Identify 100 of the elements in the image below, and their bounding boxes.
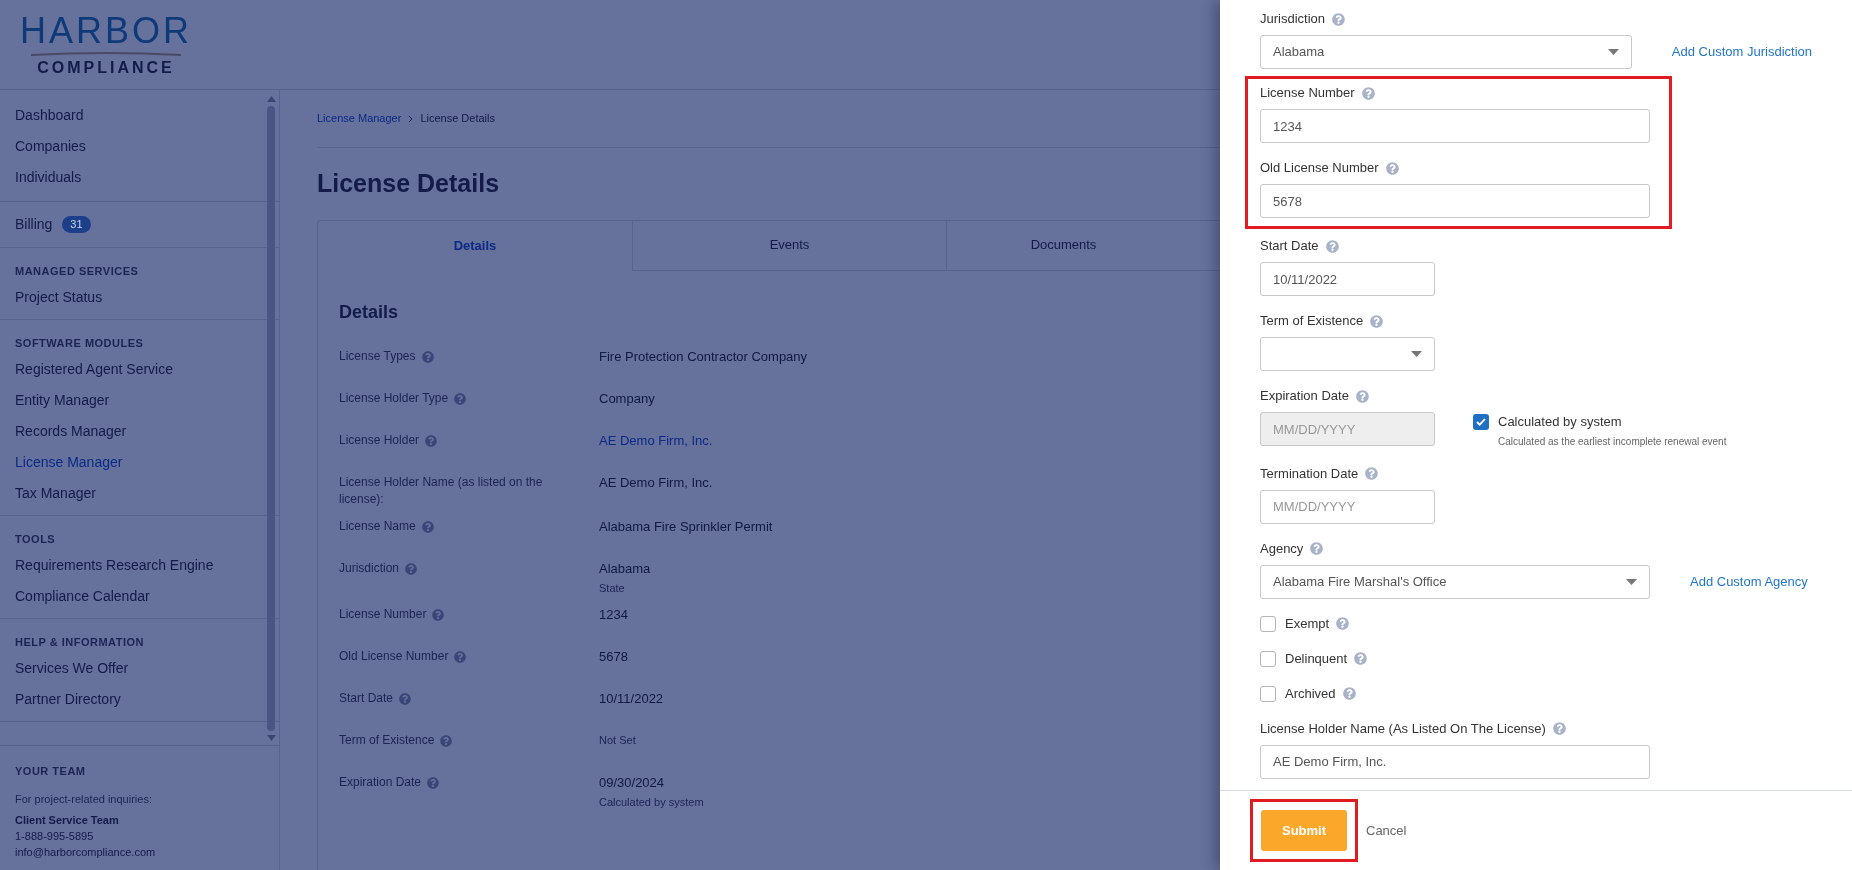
tab[interactable]: Events [632, 220, 946, 271]
sidebar-link[interactable]: License Manager [15, 452, 123, 473]
sidebar-link[interactable]: Entity Manager [15, 390, 110, 411]
sidebar-link[interactable]: Individuals [15, 167, 82, 188]
sidebar-link[interactable]: Services We Offer [15, 658, 129, 679]
detail-note: Calculated by system [599, 795, 704, 810]
scroll-down-icon[interactable] [266, 735, 276, 741]
tab[interactable]: Details [318, 220, 632, 271]
detail-label: License Name [339, 517, 416, 535]
detail-value-link[interactable]: AE Demo Firm, Inc. [599, 431, 713, 449]
help-icon[interactable] [454, 651, 467, 663]
submit-button[interactable]: Submit [1261, 810, 1347, 851]
field-label: License Number [1260, 84, 1355, 103]
detail-label: License Holder Name (as listed on the license): [339, 473, 544, 508]
sidebar-link[interactable]: Partner Directory [15, 689, 121, 710]
team-email[interactable]: info@harborcompliance.com [15, 844, 156, 861]
help-icon[interactable] [1325, 239, 1339, 253]
input-field[interactable]: 5678 [1260, 184, 1650, 218]
help-icon[interactable] [1385, 161, 1399, 175]
side-link[interactable]: Add Custom Agency [1690, 571, 1808, 592]
detail-label: License Holder Type [339, 389, 449, 407]
checkbox-label: Calculated by system [1498, 413, 1622, 431]
section-heading: HELP & INFORMATION [14, 635, 145, 650]
help-icon[interactable] [1370, 314, 1384, 328]
field-label: Termination Date [1260, 464, 1359, 483]
detail-label: Jurisdiction [339, 559, 400, 577]
field-label: Jurisdiction [1260, 10, 1326, 29]
detail-value: Not Set [599, 733, 636, 748]
checkbox[interactable] [1260, 685, 1276, 702]
help-icon[interactable] [399, 693, 412, 705]
help-icon[interactable] [1342, 687, 1356, 700]
detail-label: Term of Existence [339, 732, 435, 749]
help-icon[interactable] [432, 609, 445, 621]
count-badge: 31 [62, 216, 91, 233]
caret-icon [1626, 578, 1637, 585]
sidebar-link[interactable]: Compliance Calendar [15, 586, 150, 607]
input-field[interactable]: AE Demo Firm, Inc. [1260, 744, 1650, 779]
checkbox[interactable] [1260, 615, 1276, 632]
select-field[interactable] [1260, 337, 1435, 371]
detail-value: 1234 [599, 606, 628, 623]
detail-label: License Number [339, 606, 427, 623]
help-icon[interactable] [440, 735, 453, 747]
scrollbar[interactable] [266, 96, 276, 741]
detail-label: License Types [339, 347, 416, 365]
help-icon[interactable] [1336, 617, 1350, 630]
detail-value: 09/30/2024 [599, 774, 665, 791]
detail-label: License Holder [339, 431, 420, 449]
breadcrumb-link[interactable]: License Manager [317, 110, 402, 127]
detail-value: Alabama [599, 559, 651, 577]
input-field[interactable]: MM/DD/YYYY [1260, 489, 1435, 524]
sidebar-link[interactable]: Billing [15, 214, 53, 235]
input-field[interactable]: 10/11/2022 [1260, 262, 1435, 296]
sidebar-link[interactable]: Registered Agent Service [15, 359, 173, 380]
detail-value: AE Demo Firm, Inc. [599, 473, 713, 491]
help-icon[interactable] [1332, 12, 1346, 26]
detail-value: 5678 [599, 648, 628, 665]
help-icon[interactable] [427, 777, 440, 789]
sidebar-link[interactable]: Companies [15, 136, 86, 157]
checkbox-hint: Calculated as the earliest incomplete renewal event [1498, 434, 1727, 449]
help-icon[interactable] [1361, 86, 1375, 100]
sidebar-link[interactable]: Project Status [15, 287, 103, 308]
detail-label: Old License Number [339, 648, 449, 665]
help-icon[interactable] [421, 520, 434, 533]
logo[interactable]: HARBOR COMPLIANCE [20, 11, 193, 78]
help-icon[interactable] [425, 434, 438, 447]
field-label: Term of Existence [1260, 312, 1364, 331]
caret-icon [1411, 351, 1422, 357]
detail-value: Fire Protection Contractor Company [599, 347, 808, 365]
help-icon[interactable] [1365, 467, 1379, 480]
sidebar-link[interactable]: Records Manager [15, 421, 127, 442]
team-note: For project-related inquiries: [15, 791, 152, 807]
team-heading: YOUR TEAM [15, 764, 86, 779]
sidebar-link[interactable]: Tax Manager [15, 483, 96, 504]
select-field[interactable]: Alabama Fire Marshal's Office [1260, 564, 1650, 599]
field-label: Expiration Date [1260, 387, 1349, 406]
checkbox-label: Exempt [1285, 614, 1330, 633]
checkbox[interactable] [1260, 650, 1276, 667]
check-icon [1476, 417, 1486, 426]
help-icon[interactable] [1354, 652, 1368, 665]
caret-icon [1607, 49, 1619, 55]
help-icon[interactable] [1552, 722, 1566, 735]
sidebar-link[interactable]: Dashboard [15, 105, 84, 126]
side-link[interactable]: Add Custom Jurisdiction [1671, 42, 1812, 62]
cancel-link[interactable]: Cancel [1366, 820, 1407, 841]
chevron-icon [408, 114, 414, 123]
input-field[interactable]: 1234 [1260, 109, 1650, 143]
help-icon[interactable] [1310, 542, 1324, 555]
scroll-up-icon[interactable] [266, 96, 276, 102]
detail-value: Alabama Fire Sprinkler Permit [599, 517, 773, 535]
detail-note: State [599, 580, 625, 596]
detail-value: Company [599, 389, 655, 407]
breadcrumb-current: License Details [420, 111, 495, 127]
select-field[interactable]: Alabama [1260, 35, 1632, 69]
help-icon[interactable] [421, 350, 434, 363]
checkbox-label: Archived [1285, 684, 1336, 703]
section-heading: SOFTWARE MODULES [14, 336, 145, 351]
sidebar-link[interactable]: Requirements Research Engine [15, 555, 214, 576]
page-title: License Details [317, 168, 500, 199]
help-icon[interactable] [454, 392, 467, 405]
help-icon[interactable] [405, 562, 418, 575]
